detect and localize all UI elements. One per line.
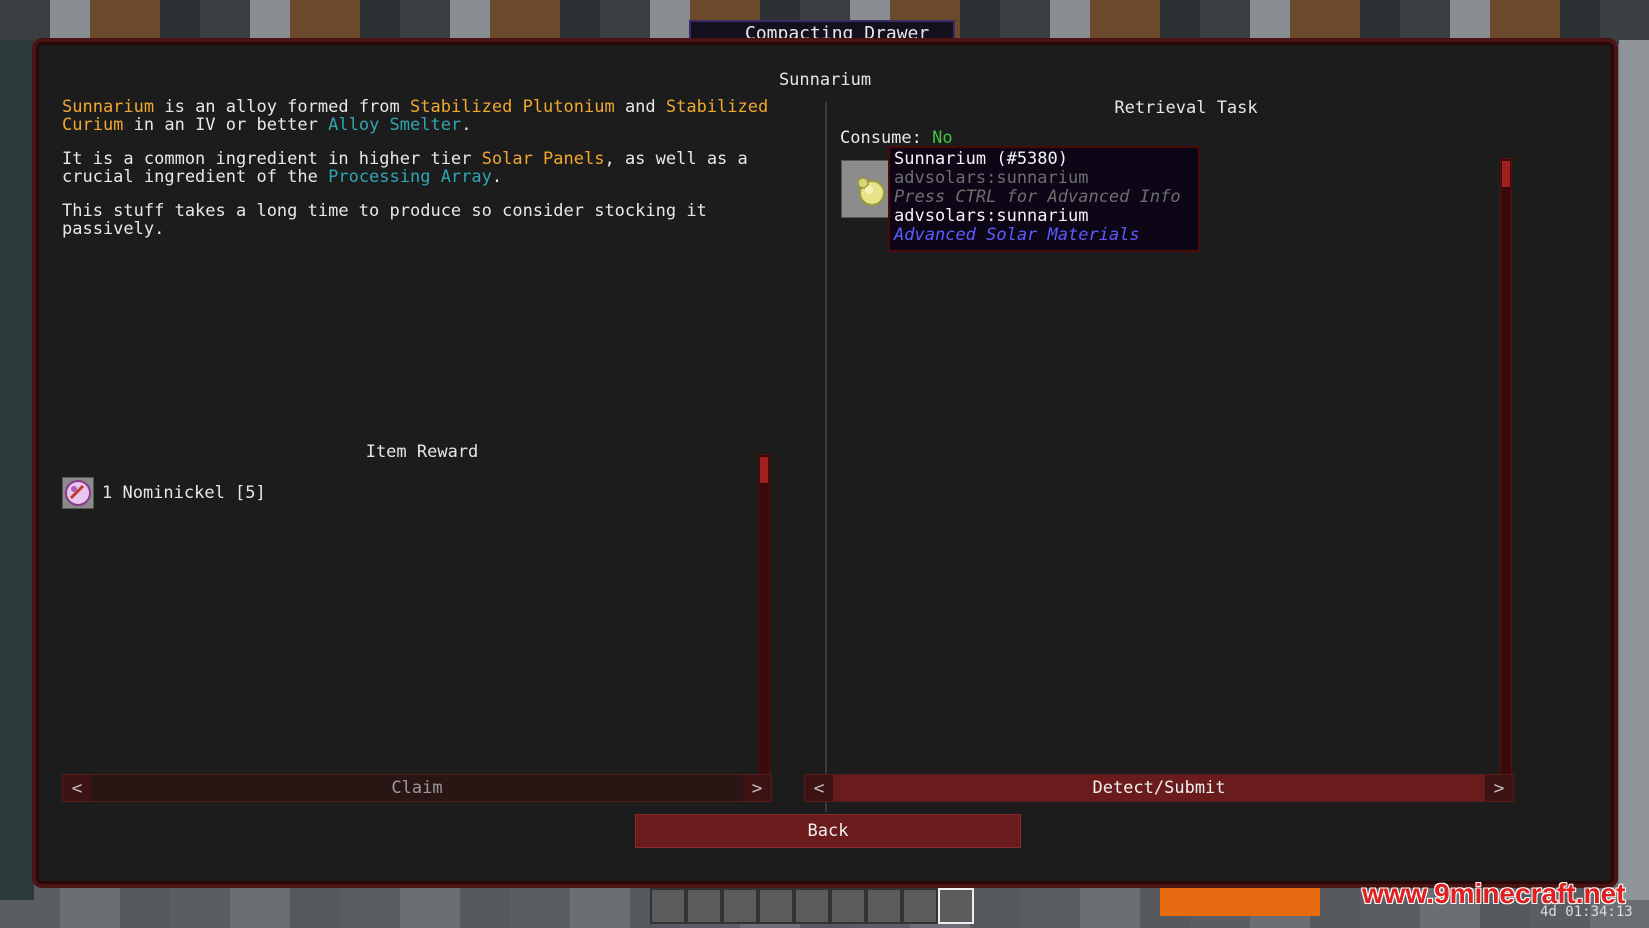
- claim-prev-arrow[interactable]: <: [63, 778, 91, 799]
- tooltip-item-name: Sunnarium (#5380): [894, 149, 1068, 169]
- description-segment: in an IV or better: [123, 115, 329, 135]
- hotbar-slot[interactable]: [722, 888, 758, 924]
- description-paragraph-3: This stuff takes a long time to produce …: [62, 201, 707, 239]
- player-hotbar: [650, 888, 1000, 924]
- nominickel-coin-icon[interactable]: [62, 477, 94, 509]
- world-lava-strip: [1160, 888, 1320, 916]
- detect-button-bar: < Detect/Submit >: [804, 774, 1514, 802]
- description-segment: .: [461, 115, 472, 135]
- tooltip-hint: Press CTRL for Advanced Info: [894, 187, 1181, 207]
- tooltip-mod-name: Advanced Solar Materials: [894, 225, 1140, 245]
- game-clock: 4d 01:34:13: [1540, 904, 1633, 920]
- tooltip-registry-name-2: advsolars:sunnarium: [894, 206, 1089, 226]
- description-segment[interactable]: Processing Array: [328, 167, 492, 187]
- description-segment: and: [614, 97, 666, 117]
- back-button[interactable]: Back: [635, 814, 1021, 848]
- quest-window: Sunnarium Sunnarium is an alloy formed f…: [32, 38, 1618, 888]
- item-reward-title: Item Reward: [365, 442, 479, 462]
- world-left-blocks: [0, 40, 34, 900]
- consume-value: No: [932, 128, 953, 148]
- description-segment: It is a common ingredient in higher tier: [62, 149, 482, 169]
- hotbar-slot[interactable]: [794, 888, 830, 924]
- hotbar-slot[interactable]: [830, 888, 866, 924]
- reward-item[interactable]: 1 Nominickel [5]: [62, 476, 266, 510]
- hotbar-slot[interactable]: [866, 888, 902, 924]
- task-scrollbar[interactable]: [1500, 158, 1512, 776]
- hotbar-slot[interactable]: [686, 888, 722, 924]
- hotbar-slot-selected[interactable]: [938, 888, 974, 924]
- detect-next-arrow[interactable]: >: [1485, 778, 1513, 799]
- description-segment: .: [491, 167, 503, 187]
- hotbar-slot[interactable]: [902, 888, 938, 924]
- world-right-blocks: [1619, 40, 1649, 900]
- description-paragraph-1: Sunnarium is an alloy formed from Stabil…: [62, 98, 782, 134]
- quest-title: Sunnarium: [778, 70, 872, 90]
- description-segment[interactable]: Alloy Smelter: [328, 115, 461, 135]
- description-segment[interactable]: Sunnarium: [62, 97, 154, 117]
- tooltip-registry-name: advsolars:sunnarium: [894, 168, 1089, 188]
- consume-status: Consume: No: [840, 128, 953, 148]
- detect-submit-button[interactable]: Detect/Submit: [833, 775, 1485, 801]
- detect-prev-arrow[interactable]: <: [805, 778, 833, 799]
- reward-item-label: 1 Nominickel [5]: [102, 483, 266, 503]
- retrieval-task-title: Retrieval Task: [1114, 98, 1258, 118]
- description-paragraph-2: It is a common ingredient in higher tier…: [62, 150, 782, 186]
- panel-divider: [825, 102, 827, 812]
- description-segment: is an alloy formed from: [154, 97, 410, 117]
- hotbar-slot[interactable]: [650, 888, 686, 924]
- hotbar-slot[interactable]: [758, 888, 794, 924]
- task-scroll-thumb[interactable]: [1502, 161, 1510, 187]
- consume-label: Consume:: [840, 128, 933, 148]
- quest-description: Sunnarium is an alloy formed from Stabil…: [62, 98, 782, 254]
- item-tooltip: Sunnarium (#5380) advsolars:sunnarium Pr…: [888, 146, 1200, 252]
- description-segment[interactable]: Solar Panels: [482, 149, 605, 169]
- claim-next-arrow[interactable]: >: [743, 778, 771, 799]
- reward-scrollbar[interactable]: [758, 454, 770, 776]
- claim-button-bar: < Claim >: [62, 774, 772, 802]
- reward-scroll-thumb[interactable]: [760, 457, 768, 483]
- description-segment[interactable]: Stabilized Plutonium: [410, 97, 615, 117]
- claim-button[interactable]: Claim: [91, 775, 743, 801]
